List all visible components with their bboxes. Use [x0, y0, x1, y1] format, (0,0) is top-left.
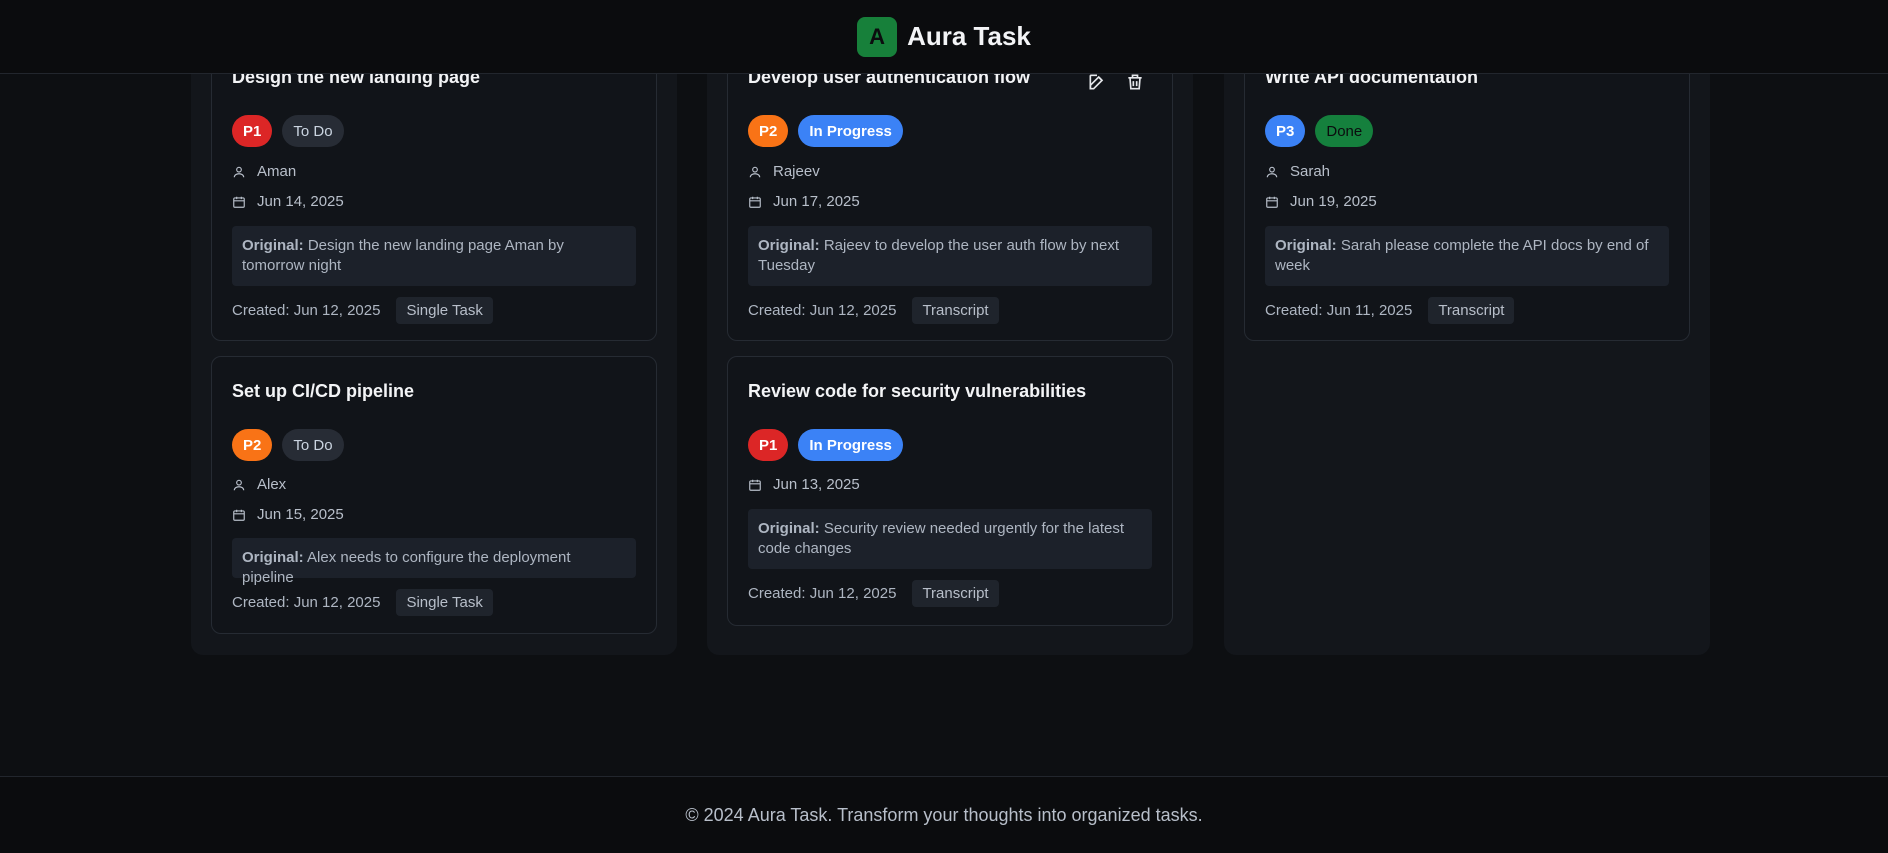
site-footer: © 2024 Aura Task. Transform your thought…	[0, 776, 1888, 853]
task-card[interactable]: Design the new landing page P1 To Do Ama…	[211, 40, 657, 341]
created-date: Created: Jun 12, 2025	[232, 594, 381, 611]
task-card[interactable]: Develop user authentication flow P2 In P…	[727, 40, 1173, 341]
assignee-row: Rajeev	[748, 163, 820, 180]
brand[interactable]: A Aura Task	[857, 16, 1031, 57]
priority-badge: P1	[748, 429, 789, 461]
calendar-icon	[749, 196, 761, 208]
task-badges: P3 Done	[1265, 115, 1374, 147]
task-badges: P2 To Do	[232, 429, 344, 461]
task-badges: P2 In Progress	[748, 115, 903, 147]
user-icon	[233, 479, 245, 490]
task-title: Set up CI/CD pipeline	[232, 381, 415, 401]
created-date: Created: Jun 12, 2025	[748, 302, 897, 319]
created-date: Created: Jun 12, 2025	[748, 585, 897, 602]
assignee-row: Aman	[232, 163, 296, 180]
due-date-row: Jun 14, 2025	[232, 193, 344, 210]
assignee-name: Aman	[257, 163, 297, 180]
page: Design the new landing page P1 To Do Ama…	[0, 0, 1888, 853]
status-badge: In Progress	[798, 429, 903, 461]
original-label: Original:	[758, 520, 820, 537]
task-column-2: Develop user authentication flow P2 In P…	[707, 40, 1193, 655]
calendar-icon	[233, 509, 245, 521]
original-label: Original:	[1275, 237, 1337, 254]
due-date-row: Jun 15, 2025	[232, 506, 344, 523]
task-card[interactable]: Set up CI/CD pipeline P2 To Do Alex Jun …	[211, 356, 657, 634]
due-date-row: Jun 19, 2025	[1265, 193, 1377, 210]
original-text-box: Original: Alex needs to configure the de…	[232, 538, 636, 586]
user-icon	[1266, 166, 1278, 177]
card-footer: Created: Jun 12, 2025 Single Task	[232, 589, 493, 616]
created-date: Created: Jun 11, 2025	[1265, 302, 1413, 319]
status-badge: To Do	[282, 115, 344, 147]
original-text-box: Original: Sarah please complete the API …	[1265, 226, 1669, 286]
footer-text: © 2024 Aura Task. Transform your thought…	[685, 804, 1203, 825]
card-actions	[1086, 71, 1146, 93]
user-icon	[233, 166, 245, 177]
status-badge: Done	[1315, 115, 1374, 147]
assignee-row: Alex	[232, 476, 286, 493]
card-footer: Created: Jun 12, 2025 Transcript	[748, 297, 999, 324]
task-column-3: Write API documentation P3 Done Sarah Ju…	[1224, 40, 1710, 655]
source-tag: Single Task	[396, 297, 493, 324]
calendar-icon	[749, 479, 761, 491]
assignee-name: Alex	[257, 476, 287, 493]
source-tag: Transcript	[1428, 297, 1515, 324]
task-title: Review code for security vulnerabilities	[748, 381, 1087, 401]
status-badge: To Do	[282, 429, 344, 461]
original-text-box: Original: Design the new landing page Am…	[232, 226, 636, 286]
task-card[interactable]: Write API documentation P3 Done Sarah Ju…	[1244, 40, 1690, 341]
due-date: Jun 19, 2025	[1290, 193, 1377, 210]
card-footer: Created: Jun 11, 2025 Transcript	[1265, 297, 1515, 324]
created-date: Created: Jun 12, 2025	[232, 302, 381, 319]
source-tag: Single Task	[396, 589, 493, 616]
priority-badge: P2	[232, 429, 273, 461]
priority-badge: P3	[1265, 115, 1306, 147]
original-label: Original:	[242, 237, 304, 254]
card-footer: Created: Jun 12, 2025 Single Task	[232, 297, 493, 324]
source-tag: Transcript	[912, 297, 999, 324]
task-card[interactable]: Review code for security vulnerabilities…	[727, 356, 1173, 626]
task-badges: P1 To Do	[232, 115, 344, 147]
due-date: Jun 13, 2025	[773, 476, 860, 493]
status-badge: In Progress	[798, 115, 903, 147]
logo: A	[857, 16, 898, 57]
app-header: A Aura Task	[0, 0, 1888, 74]
assignee-name: Rajeev	[773, 163, 820, 180]
source-tag: Transcript	[912, 580, 999, 607]
due-date: Jun 15, 2025	[257, 506, 344, 523]
original-text-box: Original: Security review needed urgentl…	[748, 509, 1152, 569]
due-date: Jun 17, 2025	[773, 193, 860, 210]
calendar-icon	[1266, 196, 1278, 208]
due-date: Jun 14, 2025	[257, 193, 344, 210]
calendar-icon	[233, 196, 245, 208]
user-icon	[749, 166, 761, 177]
due-date-row: Jun 13, 2025	[748, 476, 860, 493]
trash-icon[interactable]	[1124, 71, 1146, 93]
original-label: Original:	[758, 237, 820, 254]
due-date-row: Jun 17, 2025	[748, 193, 860, 210]
priority-badge: P2	[748, 115, 789, 147]
priority-badge: P1	[232, 115, 273, 147]
edit-icon[interactable]	[1086, 71, 1108, 93]
assignee-name: Sarah	[1290, 163, 1331, 180]
original-label: Original:	[242, 549, 304, 566]
task-badges: P1 In Progress	[748, 429, 903, 461]
app-name: Aura Task	[907, 21, 1031, 51]
original-text-box: Original: Rajeev to develop the user aut…	[748, 226, 1152, 286]
card-footer: Created: Jun 12, 2025 Transcript	[748, 580, 999, 607]
assignee-row: Sarah	[1265, 163, 1330, 180]
task-column-1: Design the new landing page P1 To Do Ama…	[191, 40, 677, 655]
